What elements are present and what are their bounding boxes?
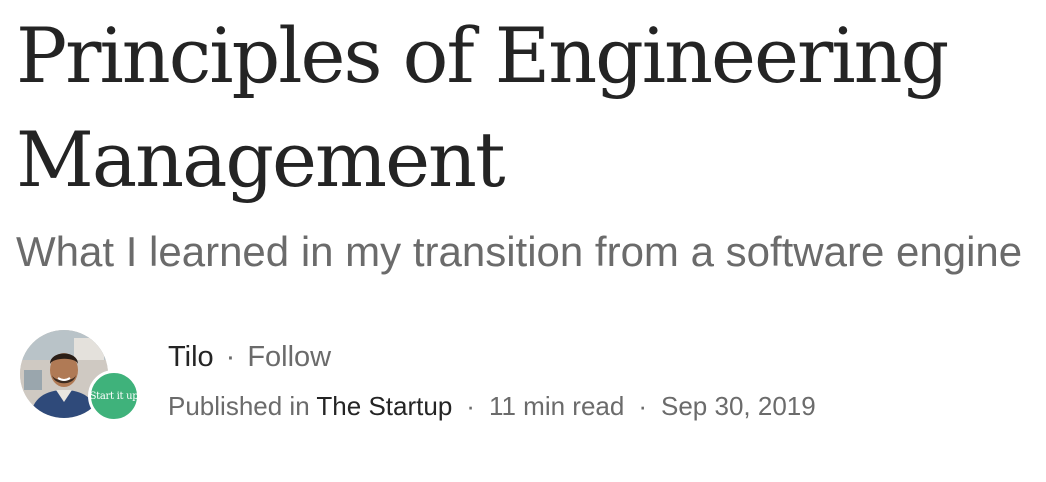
separator-dot: · bbox=[225, 341, 236, 373]
author-line: Tilo · Follow bbox=[168, 339, 331, 375]
separator-dot: · bbox=[638, 391, 647, 421]
follow-button[interactable]: Follow bbox=[247, 341, 331, 373]
byline-avatars: Start it up bbox=[20, 330, 144, 422]
publication-meta-line: Published in The Startup · 11 min read · Sep… bbox=[168, 389, 816, 423]
article-title: Principles of Engineering Management bbox=[16, 11, 949, 204]
author-name-link[interactable]: Tilo bbox=[168, 341, 214, 373]
read-time: 11 min read bbox=[488, 391, 625, 421]
publication-link[interactable]: The Startup bbox=[316, 391, 452, 421]
publication-badge[interactable]: Start it up bbox=[88, 370, 140, 422]
article-subtitle: What I learned in my transition from a s… bbox=[16, 228, 1023, 275]
published-in-label: Published in bbox=[168, 391, 310, 421]
publish-date: Sep 30, 2019 bbox=[661, 391, 816, 421]
separator-dot: · bbox=[466, 391, 475, 421]
